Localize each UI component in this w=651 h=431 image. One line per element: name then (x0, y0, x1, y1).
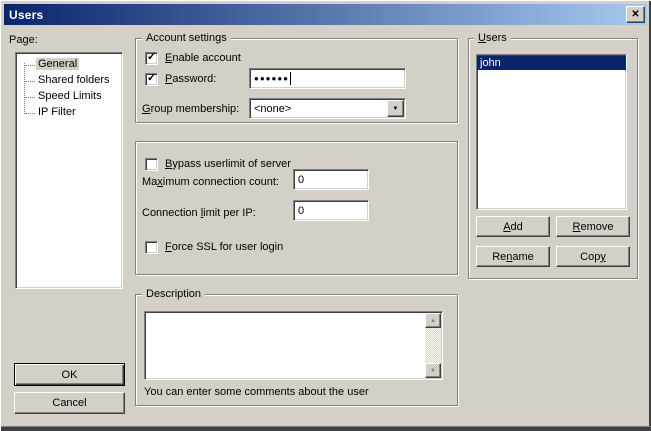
description-scrollbar[interactable]: ▲ ▼ (425, 313, 441, 378)
user-list-item[interactable]: john (477, 56, 626, 70)
arrow-up-icon: ▲ (430, 318, 436, 324)
scrollbar-track[interactable] (425, 328, 441, 363)
account-settings-group: Account settings ✓ Enable account ✓ Pass… (135, 38, 458, 123)
ok-button[interactable]: OK (14, 363, 125, 386)
bypass-userlimit-checkbox[interactable]: ✓ (145, 158, 158, 171)
cancel-button[interactable]: Cancel (14, 392, 125, 414)
connection-limit-per-ip-label: Connection limit per IP: (142, 207, 256, 220)
close-button[interactable]: ✕ (626, 6, 645, 23)
group-membership-select[interactable]: <none> ▼ (249, 98, 406, 119)
window-border-bottom (1, 426, 651, 431)
connection-limits-group: ✓ Bypass userlimit of server Maximum con… (135, 141, 458, 275)
combo-dropdown-button[interactable]: ▼ (387, 100, 404, 117)
tree-item-general[interactable]: General (16, 57, 122, 73)
window-title: Users (4, 8, 43, 22)
tree-item-ip-filter[interactable]: IP Filter (16, 105, 122, 121)
max-connection-count-label: Maximum connection count: (142, 176, 279, 189)
users-group-title: Users (474, 32, 511, 45)
tree-item-speed-limits[interactable]: Speed Limits (16, 89, 122, 105)
description-input[interactable]: ▲ ▼ (144, 311, 443, 380)
page-tree[interactable]: General Shared folders Speed Limits IP F… (15, 52, 123, 289)
enable-account-label: Enable account (165, 52, 241, 65)
close-icon: ✕ (631, 9, 639, 20)
description-group: Description ▲ ▼ You can enter some comme… (135, 294, 458, 406)
tree-item-shared-folders[interactable]: Shared folders (16, 73, 122, 89)
text-caret (290, 72, 291, 85)
copy-user-button[interactable]: Copy (556, 246, 630, 267)
max-connection-count-input[interactable]: 0 (293, 169, 369, 190)
description-title: Description (142, 288, 205, 301)
bypass-userlimit-label: Bypass userlimit of server (165, 158, 291, 171)
password-checkbox[interactable]: ✓ (145, 73, 158, 86)
enable-account-checkbox[interactable]: ✓ (145, 52, 158, 65)
account-settings-title: Account settings (142, 32, 231, 45)
password-input[interactable]: ●●●●●● (249, 68, 406, 89)
password-label: Password: (165, 73, 216, 86)
users-list[interactable]: john (476, 54, 627, 210)
remove-user-button[interactable]: Remove (556, 216, 630, 237)
password-value: ●●●●●● (254, 74, 289, 84)
group-membership-value: <none> (254, 99, 291, 118)
page-label: Page: (9, 34, 38, 47)
arrow-down-icon: ▼ (430, 368, 436, 374)
scroll-up-button[interactable]: ▲ (425, 313, 441, 328)
force-ssl-checkbox[interactable]: ✓ (145, 241, 158, 254)
add-user-button[interactable]: Add (476, 216, 550, 237)
force-ssl-label: Force SSL for user login (165, 241, 283, 254)
chevron-down-icon: ▼ (393, 106, 399, 112)
connection-limit-per-ip-input[interactable]: 0 (293, 200, 369, 221)
description-hint: You can enter some comments about the us… (144, 386, 369, 399)
check-icon: ✓ (147, 50, 156, 63)
users-dialog: Users ✕ Page: General Shared folders Spe… (0, 0, 651, 431)
scroll-down-button[interactable]: ▼ (425, 363, 441, 378)
users-group: Users john Add Remove Rename Copy (468, 38, 638, 279)
title-bar[interactable]: Users ✕ (4, 4, 647, 25)
group-membership-label: Group membership: (142, 103, 239, 116)
rename-user-button[interactable]: Rename (476, 246, 550, 267)
check-icon: ✓ (147, 71, 156, 84)
